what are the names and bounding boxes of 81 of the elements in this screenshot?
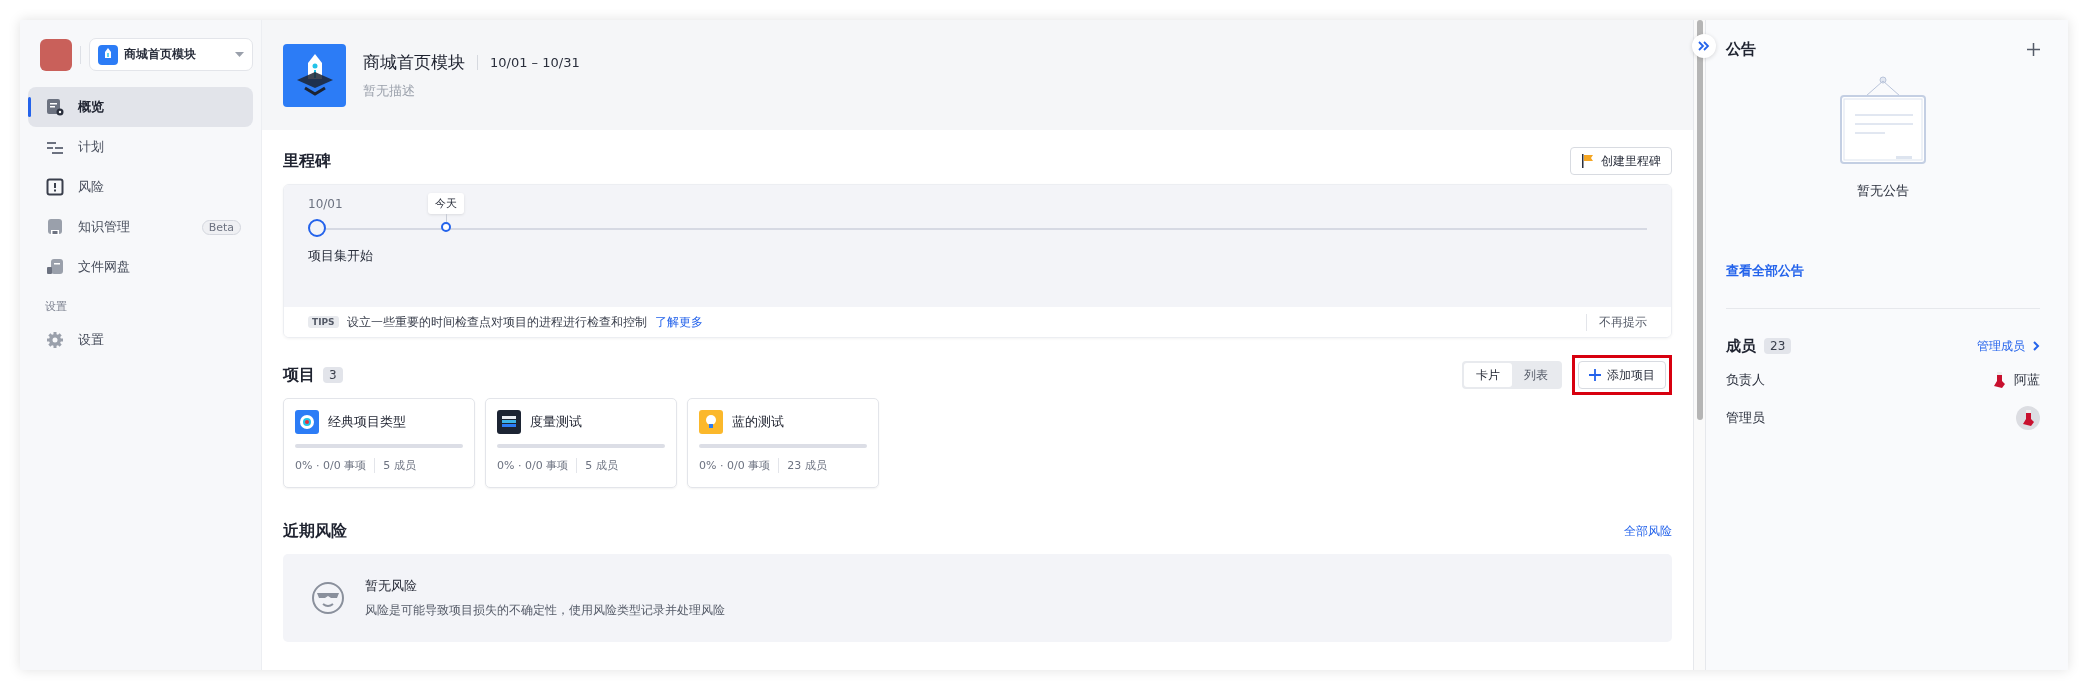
sidebar-item-label: 计划 <box>78 138 105 156</box>
manage-members-link[interactable]: 管理成员 <box>1977 337 2025 355</box>
member-count: 23 成员 <box>778 458 827 473</box>
panel-title: 成员 <box>1726 336 1756 356</box>
view-tab[interactable]: 列表 <box>1512 363 1560 387</box>
sidebar-item[interactable]: 设置 <box>28 320 253 360</box>
double-chevron-icon <box>1698 41 1710 51</box>
dismiss-link[interactable]: 不再提示 <box>1586 313 1647 331</box>
member-name: 阿蓝 <box>2014 371 2040 389</box>
sidebar-item[interactable]: 概览 <box>28 87 253 127</box>
sidebar-item[interactable]: 风险 <box>28 167 253 207</box>
sunglasses-face-icon <box>311 581 345 615</box>
date-range: 10/01 – 10/31 <box>477 54 580 70</box>
section-label: 设置 <box>44 299 68 315</box>
member-count: 5 成员 <box>576 458 618 473</box>
view-all-link[interactable]: 查看全部公告 <box>1726 262 1804 280</box>
lightbulb-icon <box>699 410 723 434</box>
avatar-placeholder[interactable] <box>40 38 72 71</box>
sidebar-item-label: 知识管理 <box>78 218 131 236</box>
create-milestone-button[interactable]: 创建里程碑 <box>1570 147 1672 175</box>
settings-icon <box>46 331 64 349</box>
progress-stats: 0% · 0/0 事项 <box>699 458 771 473</box>
sidebar-item[interactable]: 文件网盘 <box>28 247 253 287</box>
section-title: 项目 <box>283 364 315 386</box>
tips-text: 设立一些重要的时间检查点对项目的进程进行检查和控制 <box>346 313 647 331</box>
milestone-marker[interactable] <box>308 219 326 237</box>
rocket-icon <box>98 44 118 65</box>
project-description: 暂无描述 <box>363 81 416 100</box>
document-icon <box>46 98 64 116</box>
count-badge: 23 <box>1764 338 1792 354</box>
empty-text: 暂无公告 <box>1857 182 1909 200</box>
flag-icon <box>1581 154 1595 168</box>
target-icon <box>295 410 319 434</box>
project-name: 经典项目类型 <box>328 413 406 431</box>
panel-title: 公告 <box>1726 39 1756 59</box>
start-date: 10/01 <box>308 197 344 211</box>
learn-more-link[interactable]: 了解更多 <box>654 313 703 331</box>
project-title: 商城首页模块 <box>363 50 465 74</box>
view-tab[interactable]: 卡片 <box>1464 363 1512 387</box>
sidebar-item[interactable]: 知识管理 Beta <box>28 207 253 247</box>
sidebar-item[interactable]: 计划 <box>28 127 253 167</box>
role-label: 负责人 <box>1726 371 1765 389</box>
add-button[interactable] <box>2027 42 2040 56</box>
scrollbar-thumb[interactable] <box>1697 20 1703 420</box>
beta-badge: Beta <box>201 219 241 235</box>
plus-icon <box>2027 42 2040 56</box>
empty-description: 风险是可能导致项目损失的不确定性，使用风险类型记录并处理风险 <box>365 602 725 619</box>
role-label: 管理员 <box>1726 409 1765 427</box>
progress-stats: 0% · 0/0 事项 <box>497 458 569 473</box>
section-title: 里程碑 <box>283 150 331 172</box>
book-icon <box>46 218 64 236</box>
member-count: 5 成员 <box>374 458 416 473</box>
alert-icon <box>46 178 64 196</box>
project-card[interactable]: 蓝的测试 0% · 0/0 事项 23 成员 <box>687 398 879 488</box>
chevron-right-icon <box>2033 341 2040 351</box>
project-select[interactable]: 商城首页模块 <box>89 38 253 71</box>
section-title: 近期风险 <box>283 520 347 542</box>
add-project-button[interactable]: 添加项目 <box>1578 361 1666 389</box>
project-card[interactable]: 经典项目类型 0% · 0/0 事项 5 成员 <box>283 398 475 488</box>
folder-icon <box>46 258 64 276</box>
count-badge: 3 <box>323 367 343 383</box>
milestone-label: 项目集开始 <box>308 247 374 265</box>
plus-icon <box>1589 369 1601 381</box>
project-name: 蓝的测试 <box>732 413 784 431</box>
all-risks-link[interactable]: 全部风险 <box>1624 522 1672 540</box>
empty-title: 暂无风险 <box>365 577 418 595</box>
today-marker <box>441 222 451 232</box>
sidebar-item-label: 风险 <box>78 178 105 196</box>
sidebar-item-label: 文件网盘 <box>78 258 131 276</box>
tips-badge: TIPS <box>308 316 339 328</box>
project-card[interactable]: 度量测试 0% · 0/0 事项 5 成员 <box>485 398 677 488</box>
project-name: 度量测试 <box>530 413 582 431</box>
today-tag: 今天 <box>428 193 464 214</box>
avatar-icon[interactable] <box>2016 406 2040 430</box>
sidebar-item-label: 概览 <box>78 98 105 116</box>
progress-stats: 0% · 0/0 事项 <box>295 458 367 473</box>
rocket-icon <box>283 43 346 107</box>
sock-icon <box>1992 371 2006 389</box>
sidebar-item-label: 设置 <box>78 331 105 349</box>
caret-icon <box>235 51 244 58</box>
stack-icon <box>497 410 521 434</box>
